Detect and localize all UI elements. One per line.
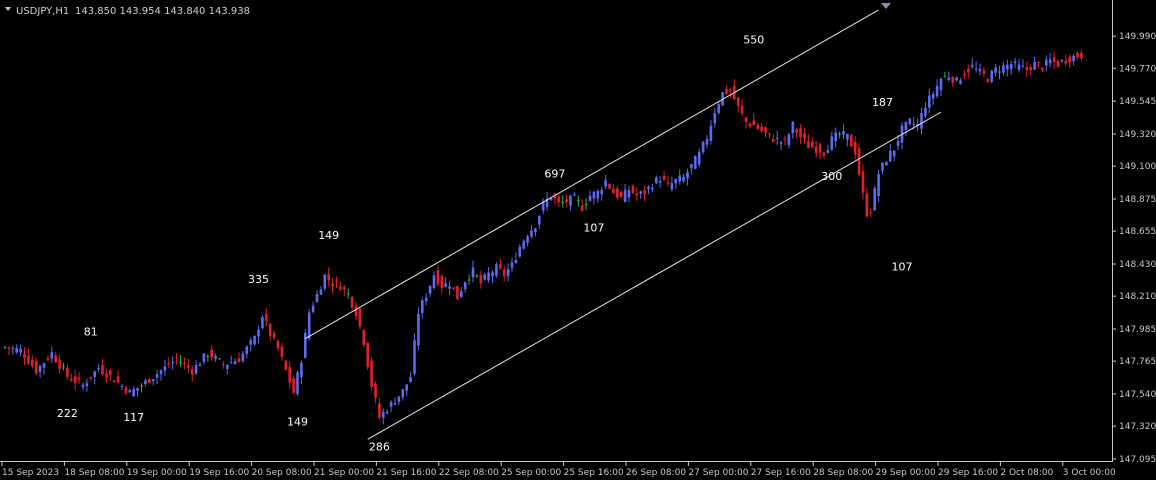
candle <box>694 155 697 170</box>
x-tick-label: 25 Sep 00:00 <box>501 468 561 478</box>
swing-label: 550 <box>743 33 764 46</box>
x-tick-label: 3 Oct 00:00 <box>1063 468 1116 478</box>
x-tick-label: 21 Sep 16:00 <box>376 468 436 478</box>
y-tick-label: 147.540 <box>1119 390 1156 400</box>
candle <box>873 185 876 211</box>
ohlc-label: 143.850 143.954 143.840 143.938 <box>75 6 250 17</box>
swing-label: 107 <box>892 261 913 274</box>
price-chart[interactable]: 81 222 117 335 149 149 286 697 107 550 300 187 107 1… <box>0 0 1156 480</box>
y-tick-label: 148.875 <box>1119 195 1156 205</box>
x-tick-label: 29 Sep 00:00 <box>876 468 936 478</box>
x-tick-label: 21 Sep 00:00 <box>314 468 374 478</box>
swing-label: 117 <box>123 411 144 424</box>
candle <box>284 360 288 371</box>
x-tick-label: 20 Sep 08:00 <box>252 468 312 478</box>
swing-label: 187 <box>872 96 893 109</box>
y-tick-label: 148.210 <box>1119 292 1156 302</box>
candle <box>296 370 299 396</box>
candle <box>850 133 853 147</box>
x-tick-label: 19 Sep 16:00 <box>189 468 249 478</box>
x-tick-label: 26 Sep 08:00 <box>626 468 686 478</box>
swing-label: 107 <box>583 221 604 234</box>
x-tick-label: 22 Sep 08:00 <box>439 468 499 478</box>
x-tick-label: 29 Sep 16:00 <box>938 468 998 478</box>
x-tick-label: 19 Sep 00:00 <box>127 468 187 478</box>
y-tick-label: 149.545 <box>1119 97 1156 107</box>
candle <box>358 307 362 330</box>
y-tick-label: 148.430 <box>1119 260 1156 270</box>
x-tick-label: 25 Sep 16:00 <box>564 468 624 478</box>
x-tick-label: 15 Sep 2023 <box>2 468 59 478</box>
candle <box>362 328 366 348</box>
y-tick-label: 149.320 <box>1119 130 1156 140</box>
x-tick-label: 27 Sep 16:00 <box>751 468 811 478</box>
swing-label: 81 <box>84 325 98 338</box>
y-tick-label: 147.985 <box>1119 325 1156 335</box>
candle <box>631 184 635 195</box>
swing-label: 335 <box>248 273 269 286</box>
candle <box>366 342 369 370</box>
y-tick-label: 147.095 <box>1119 455 1156 465</box>
x-tick-label: 27 Sep 00:00 <box>688 468 748 478</box>
swing-label: 697 <box>544 168 565 181</box>
symbol-label: USDJPY,H1 <box>16 6 69 17</box>
swing-label: 149 <box>318 229 339 242</box>
y-tick-label: 148.655 <box>1119 227 1156 237</box>
candle <box>148 378 151 384</box>
y-tick-label: 147.320 <box>1119 422 1156 432</box>
candle <box>990 70 993 84</box>
y-tick-label: 149.990 <box>1119 32 1156 42</box>
y-tick-label: 147.765 <box>1119 357 1156 367</box>
candle <box>304 328 307 359</box>
x-tick-label: 18 Sep 08:00 <box>64 468 124 478</box>
x-tick-label: 2 Oct 08:00 <box>1000 468 1053 478</box>
swing-label: 300 <box>821 170 842 183</box>
candle <box>456 285 459 300</box>
candle <box>370 357 373 391</box>
candle <box>323 274 327 291</box>
x-tick-label: 28 Sep 08:00 <box>813 468 873 478</box>
y-tick-label: 149.100 <box>1119 162 1156 172</box>
y-tick-label: 149.770 <box>1119 64 1156 74</box>
swing-label: 286 <box>369 440 390 453</box>
candle <box>253 335 256 346</box>
candle <box>495 262 498 278</box>
swing-label: 149 <box>287 416 308 429</box>
swing-label: 222 <box>57 407 78 420</box>
